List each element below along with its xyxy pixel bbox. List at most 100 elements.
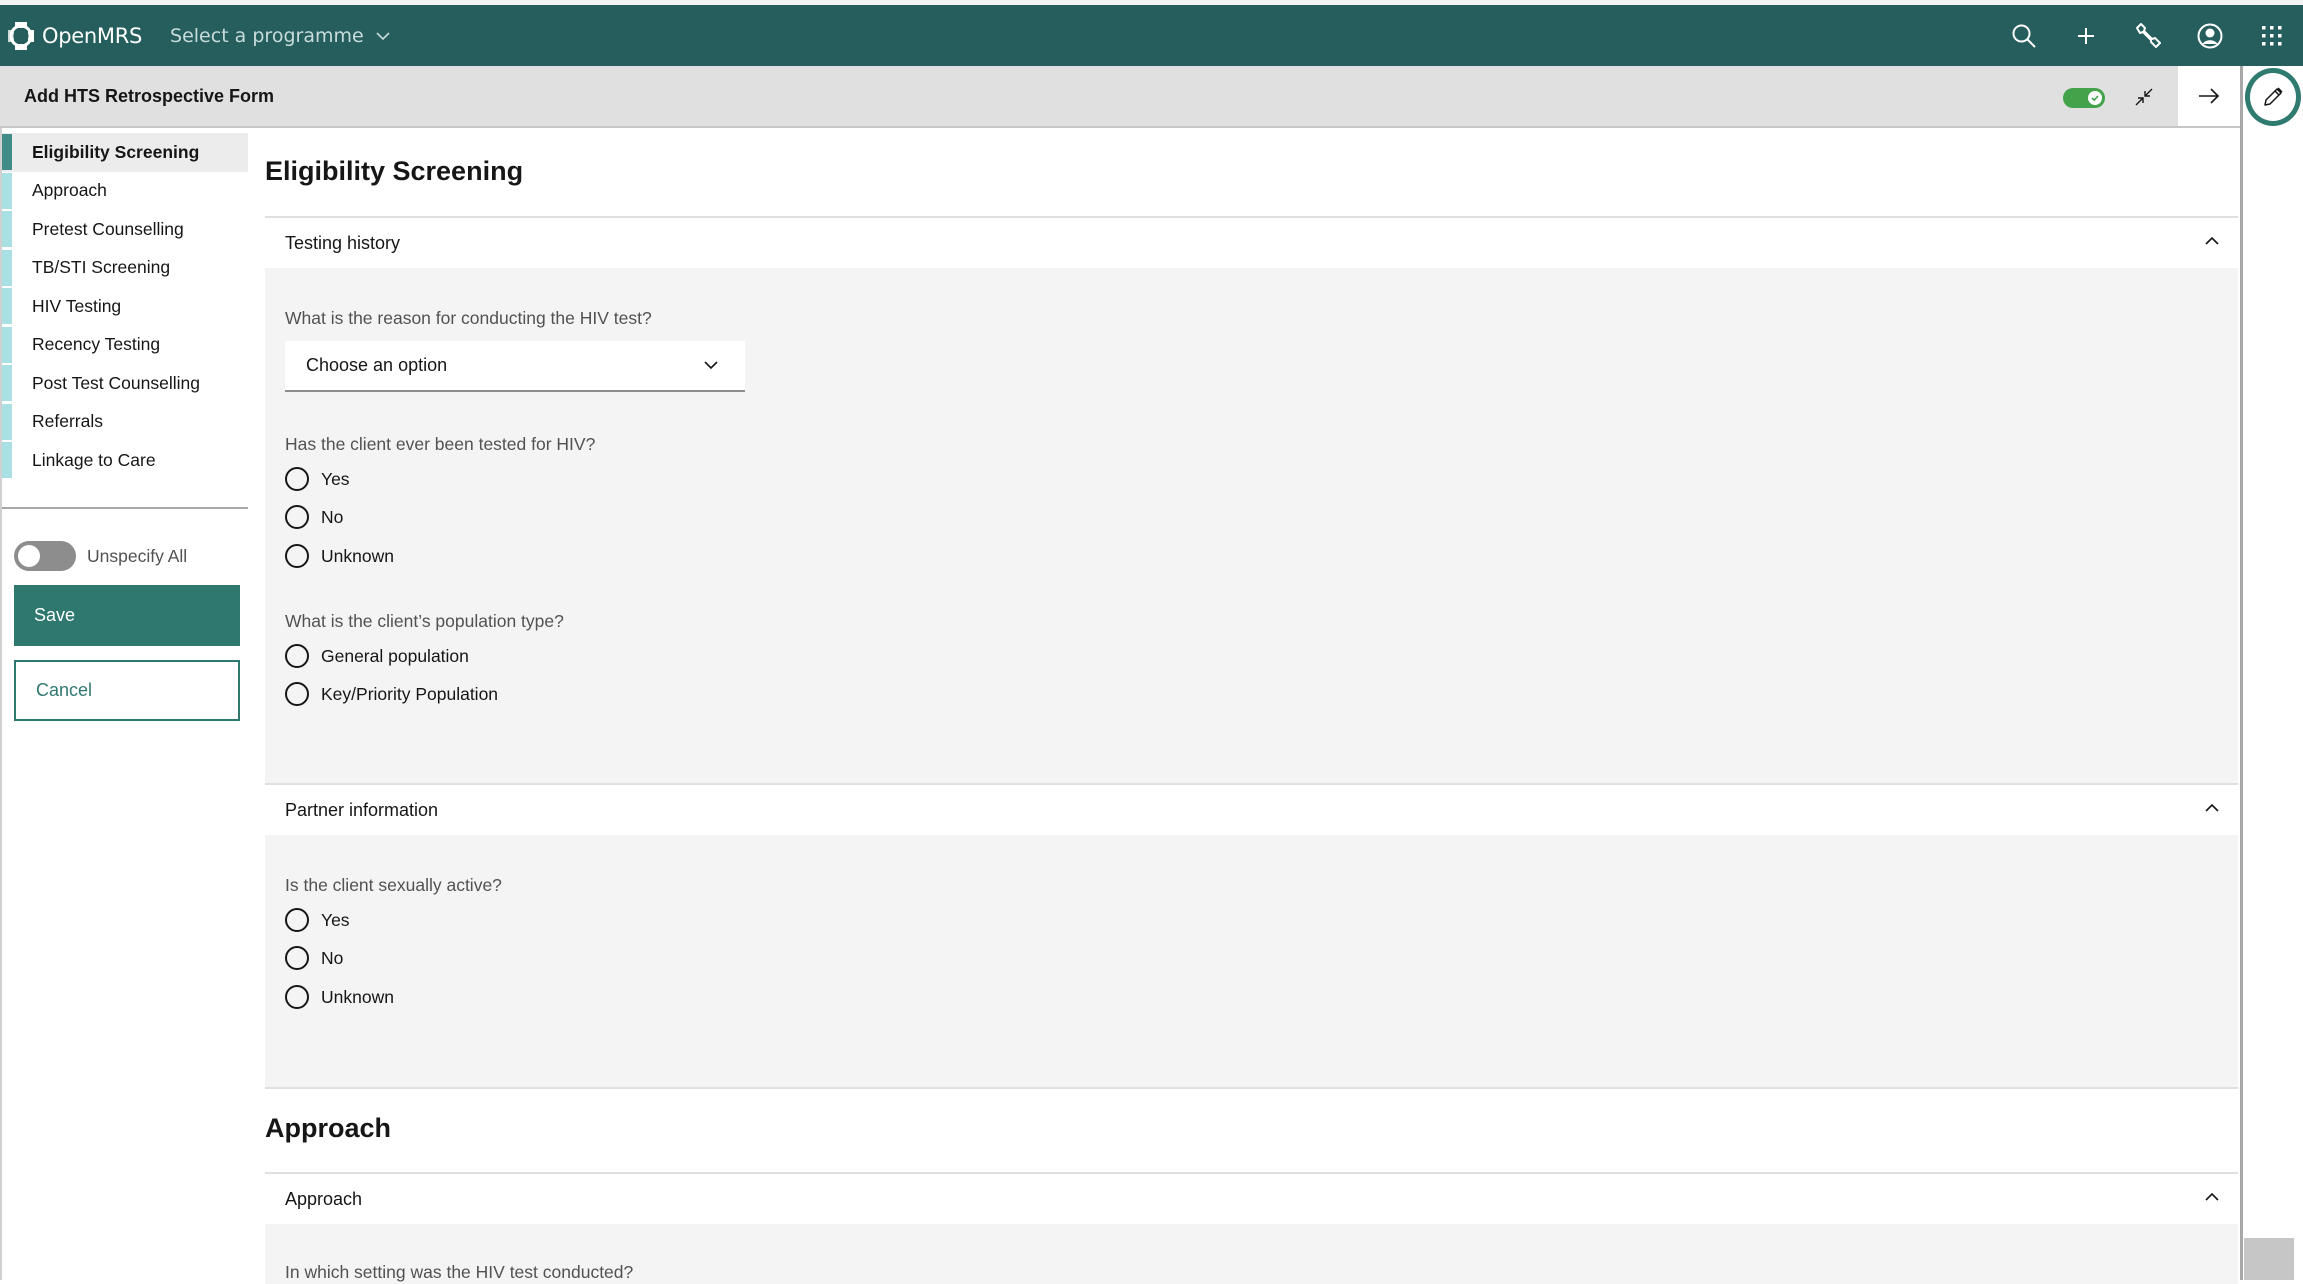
sidebar-item-label: Approach (32, 180, 107, 201)
toggle-knob (18, 545, 40, 567)
sidebar-item-label: Recency Testing (32, 334, 161, 355)
section-marker (2, 288, 12, 324)
radio-tested-unknown[interactable]: Unknown (285, 541, 394, 571)
radio-circle[interactable] (285, 467, 309, 491)
sidebar-item-label: Post Test Counselling (32, 372, 200, 393)
save-button[interactable]: Save (14, 585, 240, 646)
section-marker (2, 403, 12, 440)
radio-circle[interactable] (285, 908, 309, 932)
app-switcher-button[interactable] (2241, 5, 2303, 66)
right-side-rail (2240, 66, 2303, 1280)
section-marker (2, 326, 12, 363)
radio-tested-yes[interactable]: Yes (285, 464, 350, 494)
brand-name: OpenMRS (42, 23, 143, 48)
radio-label: No (321, 506, 344, 527)
chevron-down-icon (704, 361, 718, 370)
radio-label: No (321, 947, 344, 968)
form-header-toggle[interactable] (2063, 88, 2105, 108)
openmrs-logo-icon (8, 21, 34, 50)
app-switcher-icon (2262, 25, 2282, 45)
cancel-button[interactable]: Cancel (14, 660, 240, 721)
sidebar-item-hiv-testing[interactable]: HIV Testing (2, 287, 248, 326)
radio-circle[interactable] (285, 682, 309, 706)
pencil-icon (2264, 87, 2283, 106)
sidebar-item-linkage-to-care[interactable]: Linkage to Care (2, 441, 248, 480)
accordion-title: Partner information (285, 799, 439, 820)
sidebar-item-post-test-counselling[interactable]: Post Test Counselling (2, 364, 248, 403)
accordion-testing-history[interactable]: Testing history (265, 216, 2238, 268)
radio-sexually-active-yes[interactable]: Yes (285, 905, 350, 935)
radio-tested-no[interactable]: No (285, 502, 343, 532)
close-workspace-button[interactable] (2178, 66, 2240, 128)
sidebar-item-approach[interactable]: Approach (2, 172, 248, 211)
sidebar-item-label: HIV Testing (32, 295, 122, 316)
accordion-approach[interactable]: Approach (265, 1172, 2238, 1224)
radio-population-key-priority[interactable]: Key/Priority Population (285, 679, 498, 709)
accordion-title: Testing history (285, 232, 401, 253)
form-title: Add HTS Retrospective Form (24, 85, 275, 106)
search-icon (2012, 24, 2036, 48)
radio-label: Yes (321, 909, 350, 930)
radio-sexually-active-unknown[interactable]: Unknown (285, 982, 394, 1012)
sidebar-item-label: Eligibility Screening (32, 141, 200, 162)
accordion-body-partner-information: Is the client sexually active? Yes No Un… (265, 835, 2238, 1087)
form-section-nav: Eligibility Screening Approach Pretest C… (2, 133, 248, 480)
accordion-title: Approach (285, 1188, 363, 1209)
search-button[interactable] (1993, 5, 2055, 66)
chevron-up-icon (2205, 236, 2219, 245)
user-avatar-icon (2197, 23, 2223, 48)
sidebar-item-pretest-counselling[interactable]: Pretest Counselling (2, 210, 248, 249)
section-title-eligibility-screening: Eligibility Screening (265, 156, 524, 186)
user-menu-button[interactable] (2179, 5, 2241, 66)
question-label: Has the client ever been tested for HIV? (285, 434, 596, 454)
chevron-up-icon (2205, 803, 2219, 812)
scrollbar-thumb[interactable] (2244, 1238, 2294, 1280)
radio-circle[interactable] (285, 505, 309, 529)
top-navigation-bar: OpenMRS Select a programme (0, 5, 2303, 66)
unspecify-all-toggle[interactable]: Unspecify All (14, 541, 187, 571)
section-marker (2, 172, 12, 209)
radio-sexually-active-no[interactable]: No (285, 943, 343, 973)
top-icons-group (1993, 5, 2303, 66)
wrench-icon (2136, 22, 2161, 48)
radio-circle[interactable] (285, 985, 309, 1009)
question-label: Is the client sexually active? (285, 875, 502, 895)
sidebar-divider (2, 507, 248, 509)
radio-circle[interactable] (285, 544, 309, 568)
section-marker (2, 134, 12, 170)
reason-for-test-select[interactable]: Choose an option (285, 341, 745, 392)
radio-label: Unknown (321, 545, 394, 566)
radio-label: General population (321, 645, 469, 666)
accordion-partner-information[interactable]: Partner information (265, 783, 2238, 835)
section-marker (2, 442, 12, 478)
radio-label: Key/Priority Population (321, 683, 499, 704)
sidebar-item-label: Pretest Counselling (32, 218, 184, 239)
radio-population-general[interactable]: General population (285, 641, 469, 671)
radio-circle[interactable] (285, 644, 309, 668)
toggle-switch[interactable] (14, 541, 76, 571)
section-divider (265, 1087, 2238, 1089)
accordion-body-approach: In which setting was the HIV test conduc… (265, 1224, 2238, 1284)
sidebar-item-eligibility-screening[interactable]: Eligibility Screening (2, 133, 248, 172)
minimize-button[interactable] (2122, 76, 2166, 118)
openmrs-logo[interactable]: OpenMRS (6, 20, 142, 52)
programme-selector[interactable]: Select a programme (170, 25, 390, 47)
sidebar-item-referrals[interactable]: Referrals (2, 403, 248, 442)
select-value: Choose an option (306, 355, 448, 375)
edit-form-button[interactable] (2245, 68, 2301, 126)
section-marker (2, 211, 12, 247)
radio-circle[interactable] (285, 946, 309, 970)
chevron-down-icon (376, 31, 390, 40)
sidebar-item-recency-testing[interactable]: Recency Testing (2, 326, 248, 365)
accordion-body-testing-history: What is the reason for conducting the HI… (265, 268, 2238, 783)
chevron-up-icon (2205, 1192, 2219, 1201)
question-label: What is the reason for conducting the HI… (285, 308, 652, 328)
unspecify-all-label: Unspecify All (87, 545, 188, 566)
section-marker (2, 365, 12, 401)
system-admin-button[interactable] (2117, 5, 2179, 66)
sidebar-item-label: Referrals (32, 411, 103, 432)
radio-label: Yes (321, 468, 350, 489)
add-button[interactable] (2055, 5, 2117, 66)
sidebar-item-tb-sti-screening[interactable]: TB/STI Screening (2, 249, 248, 288)
add-icon (2078, 27, 2094, 44)
